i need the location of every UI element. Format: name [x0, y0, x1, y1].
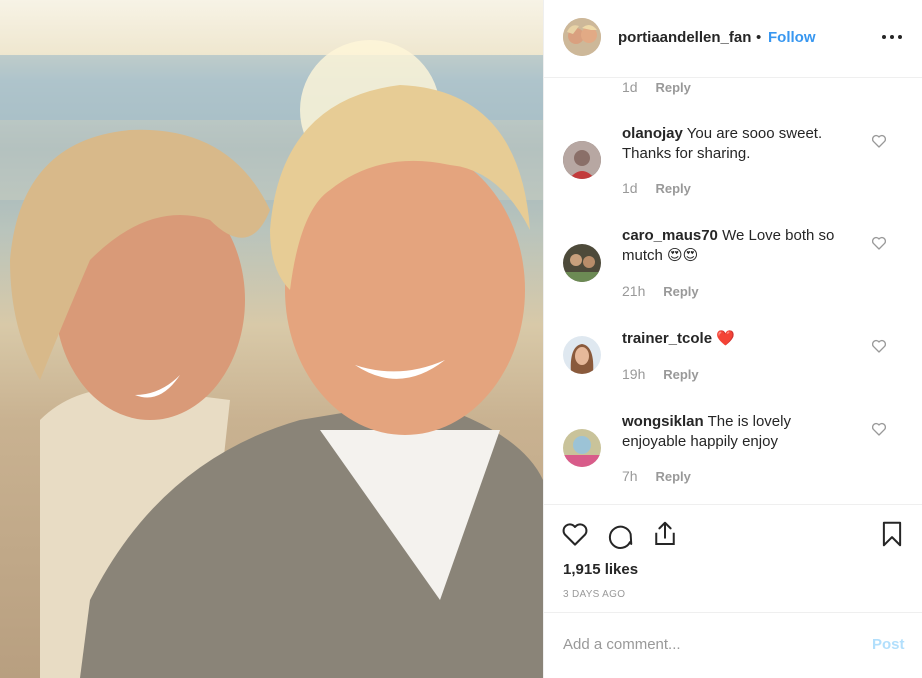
post-comment-button[interactable]: Post: [872, 636, 905, 653]
post-header: portiaandellen_fan • Follow: [544, 0, 922, 78]
heart-outline-icon[interactable]: [871, 133, 887, 149]
comment-meta: 21h Reply: [622, 283, 699, 299]
comment-meta: 19h Reply: [622, 366, 699, 382]
commenter-avatar[interactable]: [563, 429, 601, 467]
comment-meta: 1d Reply: [622, 79, 691, 95]
like-heart-icon[interactable]: [560, 519, 590, 549]
post-side-panel: portiaandellen_fan • Follow 1d Reply ola…: [543, 0, 922, 678]
commenter-username[interactable]: trainer_tcole: [622, 330, 712, 347]
comment-time: 7h: [622, 468, 638, 484]
heart-outline-icon[interactable]: [871, 338, 887, 354]
commenter-username[interactable]: caro_maus70: [622, 227, 718, 244]
post-photo[interactable]: [0, 0, 543, 678]
commenter-username[interactable]: wongsiklan: [622, 413, 704, 430]
comment-text-block: caro_maus70 We Love both so mutch 😍😍: [622, 226, 852, 266]
follow-button[interactable]: Follow: [768, 29, 816, 46]
reply-button[interactable]: Reply: [655, 469, 690, 484]
comment-meta: 7h Reply: [622, 468, 691, 484]
post-actions: 1,915 likes 3 DAYS AGO: [544, 504, 922, 612]
post-date: 3 DAYS AGO: [563, 589, 626, 600]
comment-time: 19h: [622, 366, 646, 382]
heart-outline-icon[interactable]: [871, 235, 887, 251]
reply-button[interactable]: Reply: [663, 367, 698, 382]
comment-meta: 1d Reply: [622, 180, 691, 196]
comment-time: 1d: [622, 180, 638, 196]
comment-text-block: wongsiklan The is lovely enjoyable happi…: [622, 412, 852, 452]
comment-bubble-icon[interactable]: [605, 519, 635, 549]
likes-count[interactable]: 1,915 likes: [563, 561, 638, 578]
author-username[interactable]: portiaandellen_fan: [618, 29, 751, 46]
heart-outline-icon[interactable]: [871, 421, 887, 437]
comment-text-block: olanojay You are sooo sweet. Thanks for …: [622, 124, 852, 164]
more-horizontal-icon[interactable]: [880, 24, 904, 48]
commenter-avatar[interactable]: [563, 336, 601, 374]
separator-dot: •: [756, 29, 762, 46]
red-heart-emoji: ❤️: [716, 330, 735, 347]
commenter-username[interactable]: olanojay: [622, 125, 683, 142]
comments-list[interactable]: 1d Reply olanojay You are sooo sweet. Th…: [544, 79, 922, 504]
commenter-avatar[interactable]: [563, 141, 601, 179]
reply-button[interactable]: Reply: [655, 80, 690, 95]
comment-text-block: trainer_tcole ❤️: [622, 329, 852, 349]
author-avatar[interactable]: [563, 18, 601, 56]
share-upload-icon[interactable]: [650, 519, 680, 549]
photo-illustration: [0, 40, 543, 678]
comment-time: 1d: [622, 79, 638, 95]
comment-time: 21h: [622, 283, 646, 299]
bookmark-icon[interactable]: [877, 519, 907, 549]
add-comment-input[interactable]: [563, 631, 853, 657]
reply-button[interactable]: Reply: [663, 284, 698, 299]
add-comment-bar: Post: [544, 612, 922, 678]
commenter-avatar[interactable]: [563, 244, 601, 282]
reply-button[interactable]: Reply: [655, 181, 690, 196]
